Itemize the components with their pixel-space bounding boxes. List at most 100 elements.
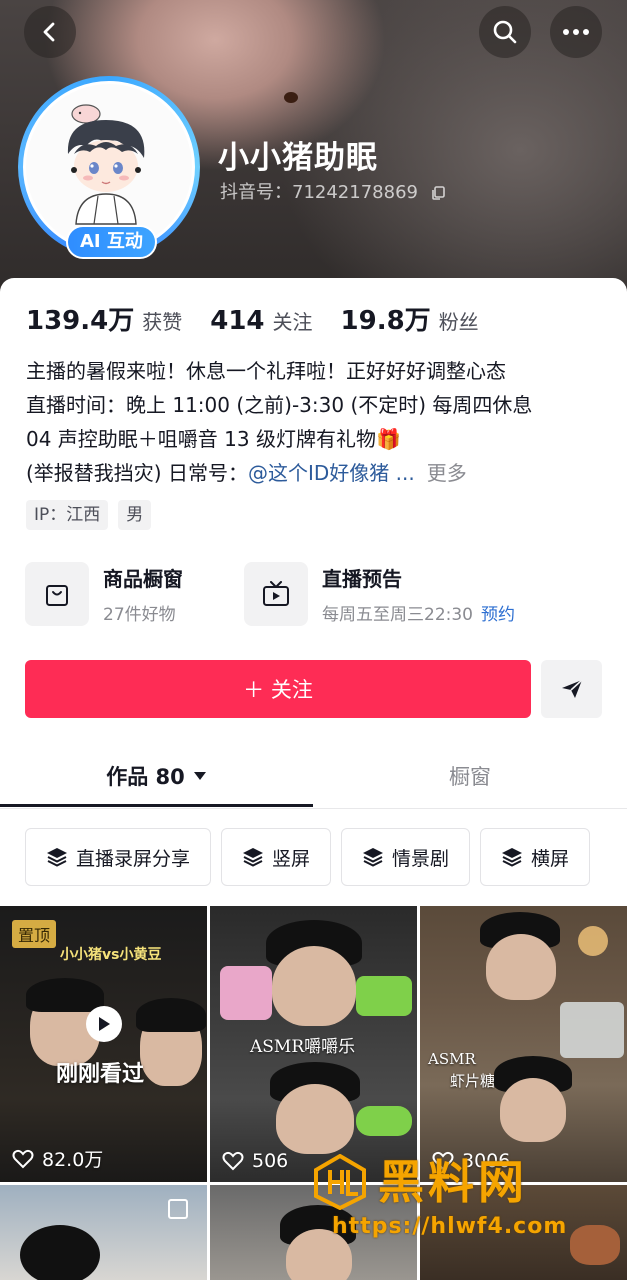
pinned-badge: 置顶 [12,920,57,948]
profile-nickname: 小小猪助眠 [218,140,378,176]
video-card[interactable]: 置顶 小小猪vs小黄豆 刚刚看过 82.0万 [0,906,207,1182]
back-icon [43,22,55,42]
bio-line: 04 声控助眠＋咀嚼音 13 级灯牌有礼物🎁 [26,427,401,451]
watermark-title: 黑料网 [378,1155,528,1209]
chip-live-recording[interactable]: 直播录屏分享 [25,828,212,886]
video-thumbnail-person [486,934,556,1000]
video-overlay-text: ASMR嚼嚼乐 [250,1037,356,1057]
stat-following-value: 414 [210,306,265,336]
video-cover-title: 小小猪vs小黄豆 [60,947,162,963]
video-thumbnail-hair [20,1225,100,1280]
chip-drama[interactable]: 情景剧 [341,828,471,886]
video-card[interactable] [0,1185,207,1280]
chip-vertical[interactable]: 竖屏 [221,828,332,886]
follow-button[interactable]: ＋ 关注 [25,660,531,718]
bio-line-prefix: (举报替我挡灾) 日常号： [26,461,248,485]
search-button[interactable] [479,6,531,58]
live-schedule: 每周五至周三22:30 [322,605,473,625]
tag-gender: 男 [118,500,152,530]
shop-entry-subtitle: 27件好物 [103,605,176,625]
message-button[interactable] [541,660,602,718]
chip-horizontal[interactable]: 横屏 [480,828,591,886]
bio-more-button[interactable]: 更多 [427,461,467,485]
stat-followers[interactable]: 19.8万 粉丝 [341,300,479,337]
video-thumbnail-prop [220,966,272,1020]
stat-followers-value: 19.8万 [340,306,431,336]
bio-line: (举报替我挡灾) 日常号：@这个ID好像猪 ... 更多 [26,456,616,490]
chip-label: 直播录屏分享 [76,847,191,870]
stat-likes-label: 获赞 [142,310,183,334]
video-thumbnail-hair [26,978,104,1012]
tv-icon [263,581,289,606]
bio-line: 主播的暑假来啦！休息一个礼拜啦！正好好好调整心态 [26,359,506,383]
chip-label: 竖屏 [272,847,311,870]
bio-mention-link[interactable]: @这个ID好像猪 ... [248,461,415,485]
recently-watched-label: 刚刚看过 [56,1062,145,1087]
send-icon [561,679,583,698]
like-count: 506 [222,1150,288,1172]
shop-entry-text: 商品橱窗 27件好物 [103,563,183,625]
video-thumbnail-person [272,946,356,1026]
video-thumbnail-person [500,1078,566,1142]
layers-icon [363,848,384,867]
tab-shop-window[interactable]: 橱窗 [313,748,627,804]
tab-divider [0,808,627,809]
video-overlay-text: 虾片糖 [450,1072,496,1090]
profile-bio: 主播的暑假来啦！休息一个礼拜啦！正好好好调整心态 直播时间：晚上 11:00 (… [26,354,616,490]
search-icon [493,20,517,44]
ai-interaction-badge[interactable]: AI 互动 [66,225,157,259]
video-thumbnail-prop [560,1002,624,1058]
video-card[interactable]: ASMR嚼嚼乐 506 [210,906,417,1182]
video-thumbnail-lamp [578,926,608,956]
watermark-url: https://hlwf4.com [332,1214,568,1239]
bio-line: 直播时间：晚上 11:00 (之前)-3:30 (不定时) 每周四休息 [26,393,533,417]
more-button[interactable] [550,6,602,58]
back-button[interactable] [24,6,76,58]
stat-followers-label: 粉丝 [438,310,479,334]
tab-works-label: 作品 80 [106,765,185,789]
caret-down-icon [193,772,206,780]
douyin-id-text: 抖音号：71242178869 [220,182,418,203]
play-icon [99,1017,110,1031]
shop-bag-icon [46,585,68,606]
live-preview-entry[interactable]: 直播预告 每周五至周三22:30 预约 [244,562,515,626]
tab-works[interactable]: 作品 80 [0,748,313,804]
shop-entry-title: 商品橱窗 [103,567,183,591]
video-thumbnail-prop [356,976,412,1016]
play-button[interactable] [86,1006,122,1042]
video-thumbnail-person [276,1084,354,1154]
stat-likes[interactable]: 139.4万 获赞 [26,300,182,337]
chip-label: 情景剧 [392,847,450,870]
live-entry-subtitle: 每周五至周三22:30 预约 [322,600,515,625]
layers-icon [502,848,523,867]
douyin-id[interactable]: 抖音号：71242178869 [220,178,446,204]
tag-ip-location: IP：江西 [26,500,109,530]
video-thumbnail-prop [356,1106,412,1136]
watermark-logo-icon [314,1154,366,1210]
stat-following[interactable]: 414 关注 [210,306,312,336]
like-count: 82.0万 [12,1145,103,1172]
like-count-value: 506 [252,1150,289,1172]
multi-image-icon [168,1199,188,1219]
layers-icon [243,848,264,867]
like-count-value: 82.0万 [42,1149,104,1171]
stat-likes-value: 139.4万 [26,306,135,336]
shop-entry-icon-box [25,562,89,626]
active-tab-indicator [0,804,313,807]
copy-icon[interactable] [430,185,446,201]
shop-window-entry[interactable]: 商品橱窗 27件好物 [25,562,183,626]
reserve-button[interactable]: 预约 [481,605,515,625]
video-thumbnail-hair [136,998,206,1032]
stat-following-label: 关注 [272,310,313,334]
heart-icon [222,1151,244,1171]
video-overlay-text: ASMR [428,1050,476,1068]
heart-icon [12,1149,34,1168]
profile-tags: IP：江西 男 [26,500,161,530]
chip-label: 横屏 [531,847,570,870]
video-card[interactable]: ASMR 虾片糖 3006 [420,906,627,1182]
layers-icon [47,848,67,867]
cover-photo-detail [284,92,298,103]
watermark: 黑料网 https://hlwf4.com [312,1150,612,1250]
content-tabs: 作品 80 橱窗 [0,748,627,809]
collection-chips: 直播录屏分享 竖屏 情景剧 横屏 [25,828,600,886]
